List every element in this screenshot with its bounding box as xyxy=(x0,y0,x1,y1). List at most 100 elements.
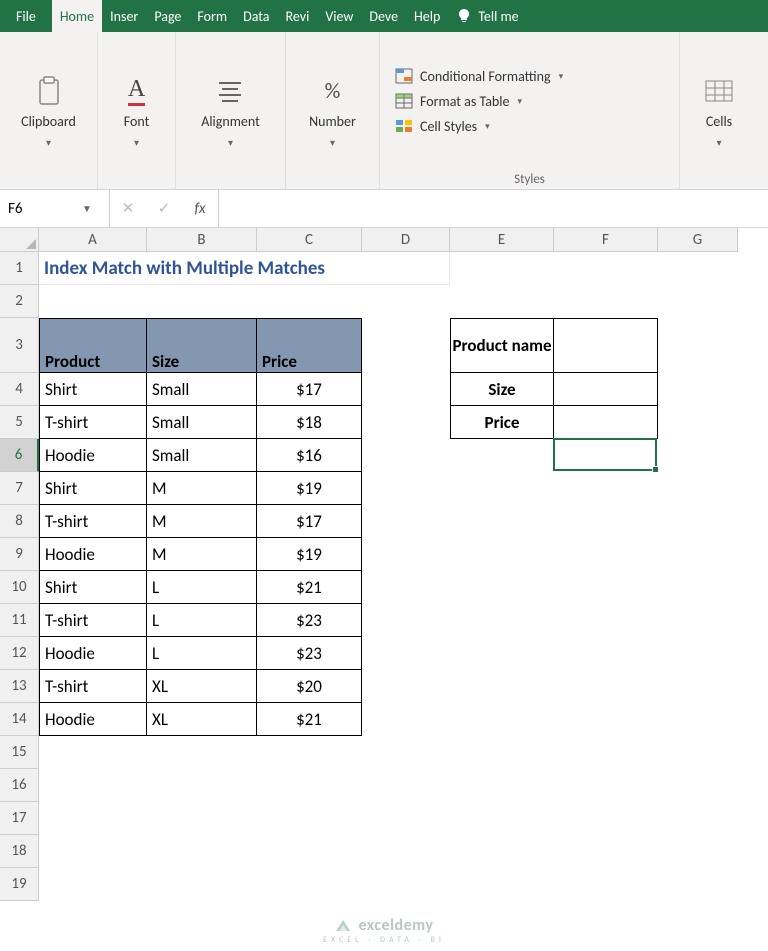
cell-size-5[interactable]: Small xyxy=(147,406,257,439)
row-header-11[interactable]: 11 xyxy=(0,604,39,637)
tab-home[interactable]: Home xyxy=(52,0,102,32)
cell-price-5[interactable]: $18 xyxy=(257,406,362,439)
formula-input[interactable] xyxy=(219,190,768,227)
row-header-9[interactable]: 9 xyxy=(0,538,39,571)
row-header-10[interactable]: 10 xyxy=(0,571,39,604)
cell-styles-button[interactable]: Cell Styles▾ xyxy=(390,116,669,137)
cell-price-11[interactable]: $23 xyxy=(257,604,362,637)
row-header-15[interactable]: 15 xyxy=(0,736,39,769)
row-header-19[interactable]: 19 xyxy=(0,868,39,901)
cell-product-6[interactable]: Hoodie xyxy=(39,439,147,472)
cell-price-4[interactable]: $17 xyxy=(257,373,362,406)
row-header-1[interactable]: 1 xyxy=(0,252,39,285)
format-as-table-button[interactable]: Format as Table▾ xyxy=(390,91,669,112)
cell-size-6[interactable]: Small xyxy=(147,439,257,472)
cell-price-7[interactable]: $19 xyxy=(257,472,362,505)
lookup-label-price[interactable]: Price xyxy=(450,406,554,439)
enter-formula-button[interactable]: ✓ xyxy=(146,190,182,227)
row-header-16[interactable]: 16 xyxy=(0,769,39,802)
row-header-17[interactable]: 17 xyxy=(0,802,39,835)
cell-price-10[interactable]: $21 xyxy=(257,571,362,604)
cell-product-13[interactable]: T-shirt xyxy=(39,670,147,703)
cell-size-4[interactable]: Small xyxy=(147,373,257,406)
col-header-A[interactable]: A xyxy=(39,228,147,252)
row-header-4[interactable]: 4 xyxy=(0,373,39,406)
cell-size-7[interactable]: M xyxy=(147,472,257,505)
tell-me-label: Tell me xyxy=(478,8,518,25)
tab-view[interactable]: View xyxy=(317,0,361,32)
cell-price-6[interactable]: $16 xyxy=(257,439,362,472)
conditional-formatting-button[interactable]: Conditional Formatting▾ xyxy=(390,66,669,87)
tell-me[interactable]: Tell me xyxy=(448,0,526,32)
row-header-18[interactable]: 18 xyxy=(0,835,39,868)
cell-product-4[interactable]: Shirt xyxy=(39,373,147,406)
cell-product-11[interactable]: T-shirt xyxy=(39,604,147,637)
col-header-G[interactable]: G xyxy=(658,228,738,252)
clipboard-button[interactable]: Clipboard ▾ xyxy=(9,69,88,153)
insert-function-button[interactable]: fx xyxy=(182,190,218,227)
tab-data[interactable]: Data xyxy=(235,0,277,32)
cell-product-5[interactable]: T-shirt xyxy=(39,406,147,439)
cell-size-12[interactable]: L xyxy=(147,637,257,670)
fill-handle[interactable] xyxy=(652,466,659,473)
col-header-C[interactable]: C xyxy=(257,228,362,252)
cell-size-14[interactable]: XL xyxy=(147,703,257,736)
lookup-value-size[interactable] xyxy=(554,373,658,406)
tab-formulas[interactable]: Form xyxy=(189,0,235,32)
cell-product-7[interactable]: Shirt xyxy=(39,472,147,505)
cell-size-10[interactable]: L xyxy=(147,571,257,604)
lookup-value-productname[interactable] xyxy=(554,318,658,373)
cell-product-9[interactable]: Hoodie xyxy=(39,538,147,571)
cell-product-12[interactable]: Hoodie xyxy=(39,637,147,670)
col-header-B[interactable]: B xyxy=(147,228,257,252)
row-header-14[interactable]: 14 xyxy=(0,703,39,736)
name-box[interactable]: ▼ xyxy=(0,190,110,227)
cell-product-14[interactable]: Hoodie xyxy=(39,703,147,736)
table-header-product[interactable]: Product xyxy=(39,318,147,373)
sheet-title[interactable]: Index Match with Multiple Matches xyxy=(39,252,450,285)
col-header-E[interactable]: E xyxy=(450,228,554,252)
row-header-6[interactable]: 6 xyxy=(0,439,39,472)
tab-developer[interactable]: Deve xyxy=(361,0,406,32)
cell-product-10[interactable]: Shirt xyxy=(39,571,147,604)
cell-price-8[interactable]: $17 xyxy=(257,505,362,538)
row-header-3[interactable]: 3 xyxy=(0,318,39,373)
col-header-F[interactable]: F xyxy=(554,228,658,252)
table-header-size[interactable]: Size xyxy=(147,318,257,373)
lookup-label-size[interactable]: Size xyxy=(450,373,554,406)
alignment-button[interactable]: Alignment ▾ xyxy=(189,69,272,153)
cell-price-14[interactable]: $21 xyxy=(257,703,362,736)
cell-size-11[interactable]: L xyxy=(147,604,257,637)
lookup-label-productname[interactable]: Product name xyxy=(450,318,554,373)
row-header-2[interactable]: 2 xyxy=(0,285,39,318)
tab-help[interactable]: Help xyxy=(406,0,448,32)
cell-price-9[interactable]: $19 xyxy=(257,538,362,571)
cell-price-12[interactable]: $23 xyxy=(257,637,362,670)
row-header-5[interactable]: 5 xyxy=(0,406,39,439)
cells-button[interactable]: Cells ▾ xyxy=(689,69,749,153)
table-header-price[interactable]: Price xyxy=(257,318,362,373)
row-header-12[interactable]: 12 xyxy=(0,637,39,670)
alignment-icon xyxy=(216,80,244,102)
col-header-D[interactable]: D xyxy=(362,228,450,252)
tab-review[interactable]: Revi xyxy=(278,0,318,32)
tab-page[interactable]: Page xyxy=(146,0,189,32)
name-box-input[interactable] xyxy=(0,200,75,218)
cell-product-8[interactable]: T-shirt xyxy=(39,505,147,538)
row-header-7[interactable]: 7 xyxy=(0,472,39,505)
tab-file[interactable]: File xyxy=(0,0,52,32)
select-all-corner[interactable] xyxy=(0,228,39,252)
cancel-formula-button[interactable]: ✕ xyxy=(110,190,146,227)
row-header-13[interactable]: 13 xyxy=(0,670,39,703)
cell-price-13[interactable]: $20 xyxy=(257,670,362,703)
name-box-dropdown[interactable]: ▼ xyxy=(75,202,99,215)
tab-insert[interactable]: Inser xyxy=(102,0,146,32)
lookup-value-price[interactable] xyxy=(554,406,658,439)
cell-size-8[interactable]: M xyxy=(147,505,257,538)
row-header-8[interactable]: 8 xyxy=(0,505,39,538)
dropdown-arrow-icon: ▾ xyxy=(517,96,522,107)
cell-size-13[interactable]: XL xyxy=(147,670,257,703)
font-button[interactable]: A Font ▾ xyxy=(107,69,167,153)
number-button[interactable]: % Number ▾ xyxy=(297,69,368,153)
cell-size-9[interactable]: M xyxy=(147,538,257,571)
